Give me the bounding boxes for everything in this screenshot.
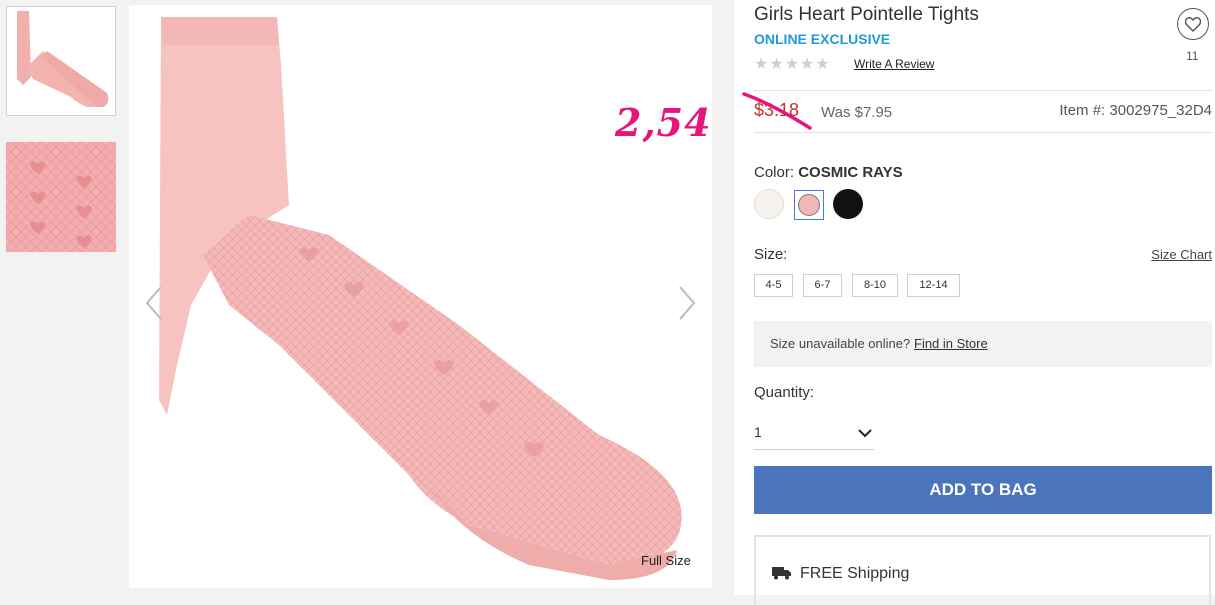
heart-icon — [1185, 17, 1201, 32]
chevron-down-icon — [858, 429, 872, 438]
product-image-gallery: Full Size — [129, 5, 712, 588]
swatch-pink-dot — [798, 194, 820, 216]
chevron-left-icon — [145, 286, 162, 320]
write-review-link[interactable]: Write A Review — [854, 57, 934, 71]
price-strikethrough-annotation — [742, 92, 812, 130]
full-size-link[interactable]: Full Size — [641, 553, 691, 568]
wishlist-count: 11 — [1186, 49, 1199, 63]
tights-thumbnail-image — [17, 11, 109, 107]
chevron-right-icon — [679, 286, 696, 320]
next-image-button[interactable] — [672, 283, 702, 323]
divider — [754, 90, 1212, 91]
size-chart-link[interactable]: Size Chart — [1151, 247, 1212, 262]
heart-pattern-thumbnail-image — [6, 142, 116, 252]
quantity-select[interactable]: 1 — [754, 417, 874, 450]
tights-product-image — [159, 17, 682, 580]
rating-stars: ★★★★★ — [754, 56, 831, 73]
color-swatch-black[interactable] — [833, 189, 863, 219]
thumbnail-heart-pattern[interactable] — [6, 142, 116, 252]
quantity-label: Quantity: — [754, 384, 815, 401]
truck-icon — [772, 567, 791, 580]
color-label: Color: COSMIC RAYS — [754, 164, 903, 181]
previous-image-button[interactable] — [139, 283, 169, 323]
selected-color-name: COSMIC RAYS — [798, 164, 903, 181]
add-to-bag-button[interactable]: ADD TO BAG — [754, 466, 1212, 514]
size-option-4-5[interactable]: 4-5 — [754, 274, 793, 297]
color-swatch-pink-selected[interactable] — [794, 190, 824, 220]
product-title: Girls Heart Pointelle Tights — [754, 4, 979, 25]
color-swatch-white[interactable] — [754, 189, 784, 219]
item-number: Item #: 3002975_32D4 — [1059, 102, 1212, 119]
handwritten-price-annotation: 2,54 — [615, 100, 712, 145]
was-price: Was $7.95 — [821, 104, 893, 121]
size-option-8-10[interactable]: 8-10 — [852, 274, 898, 297]
color-label-prefix: Color: — [754, 164, 795, 181]
size-option-12-14[interactable]: 12-14 — [907, 274, 960, 297]
find-in-store-link[interactable]: Find in Store — [914, 336, 988, 351]
size-label: Size: — [754, 246, 788, 263]
quantity-value: 1 — [754, 424, 762, 440]
free-shipping-label: FREE Shipping — [800, 565, 910, 582]
thumbnail-tights-full[interactable] — [6, 6, 116, 116]
size-option-6-7[interactable]: 6-7 — [803, 274, 842, 297]
divider — [754, 132, 1212, 133]
wishlist-button[interactable] — [1177, 8, 1209, 40]
thumbnail-strip — [0, 0, 125, 595]
online-exclusive-badge: ONLINE EXCLUSIVE — [754, 31, 891, 47]
size-unavailable-text: Size unavailable online? — [770, 336, 911, 351]
product-details-panel: Girls Heart Pointelle Tights ONLINE EXCL… — [733, 0, 1215, 605]
